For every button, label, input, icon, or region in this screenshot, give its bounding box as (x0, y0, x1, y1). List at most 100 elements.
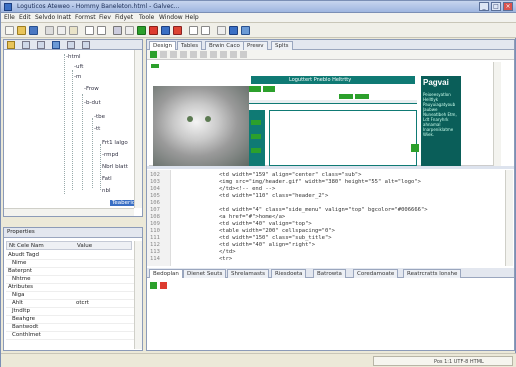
view-icon[interactable] (201, 26, 210, 35)
tab-bottom[interactable]: Riesdoeta (271, 269, 307, 278)
tree-icon[interactable] (22, 41, 30, 49)
tree-node[interactable]: Fatl (102, 176, 112, 182)
tab-design[interactable]: Design (149, 41, 176, 50)
tree-node[interactable]: -tt (94, 126, 100, 132)
menu-file[interactable]: Elle (4, 14, 15, 21)
grid-icon[interactable] (52, 41, 60, 49)
underline-icon[interactable] (170, 51, 177, 58)
property-value[interactable]: otcrt (76, 300, 89, 306)
code-icon[interactable] (82, 41, 90, 49)
tree-node[interactable]: -b-dut (84, 100, 101, 106)
property-row[interactable]: Jtndltp (6, 308, 140, 316)
copy-icon[interactable] (57, 26, 66, 35)
layers-icon[interactable] (37, 41, 45, 49)
tree-node[interactable]: -rmpd (102, 152, 119, 158)
help-icon[interactable] (241, 26, 250, 35)
property-row[interactable]: Bantwodt (6, 324, 140, 332)
tree-node[interactable]: -m (74, 74, 81, 80)
tab-bottom[interactable]: Dienet Seuts (183, 269, 227, 278)
tool-icon[interactable] (113, 26, 122, 35)
align-right-icon[interactable] (200, 51, 207, 58)
format-icon[interactable] (189, 26, 198, 35)
redo-icon[interactable] (97, 26, 106, 35)
side-menu-item[interactable] (251, 120, 261, 125)
italic-icon[interactable] (160, 51, 167, 58)
align-center-icon[interactable] (190, 51, 197, 58)
menu-view[interactable]: Fiev (99, 14, 111, 21)
maximize-button[interactable]: □ (491, 2, 501, 11)
tree-node[interactable]: -tbe (94, 114, 105, 120)
design-scrollbar[interactable] (493, 62, 501, 166)
menu-insert[interactable]: Inatt (57, 14, 71, 21)
outline-scrollbar[interactable] (134, 50, 142, 208)
code-view[interactable]: 102 103 104 105 106 107 108 109 110 111 … (147, 170, 514, 266)
tree-node[interactable]: -uft (74, 64, 83, 70)
nav-button[interactable] (339, 94, 353, 99)
open-folder-icon[interactable] (17, 26, 26, 35)
tab-bottom[interactable]: Bedoplan (149, 269, 183, 278)
stop-icon[interactable] (149, 26, 158, 35)
content-button[interactable] (411, 144, 419, 152)
side-menu-item[interactable] (251, 148, 261, 153)
list-icon[interactable] (210, 51, 217, 58)
property-row[interactable]: Niga (6, 292, 140, 300)
split-divider[interactable] (147, 166, 514, 169)
nav-button[interactable] (355, 94, 369, 99)
menu-edit[interactable]: Edit (19, 14, 31, 21)
tab-preview[interactable]: Prewv (243, 41, 268, 50)
image-icon[interactable] (125, 26, 134, 35)
cut-icon[interactable] (45, 26, 54, 35)
property-row[interactable]: Atributes (6, 284, 140, 292)
run-icon[interactable] (150, 282, 157, 289)
search-icon[interactable] (229, 26, 238, 35)
page-header[interactable]: Loguttert Pneblo Heltrtty (251, 76, 415, 84)
save-icon[interactable] (29, 26, 38, 35)
undo-icon[interactable] (85, 26, 94, 35)
paste-icon[interactable] (69, 26, 78, 35)
property-row[interactable]: Nhtme (6, 276, 140, 284)
tab-bottom[interactable]: Shrelamasts (227, 269, 270, 278)
property-row[interactable]: Conthlmet (6, 332, 140, 340)
menu-tools[interactable]: Toole (139, 14, 154, 21)
bold-icon[interactable] (150, 51, 157, 58)
tree-node[interactable]: Frt1 lalgo (102, 140, 128, 146)
properties-scrollbar[interactable] (134, 241, 142, 349)
menu-select[interactable]: Selvdo (35, 14, 55, 21)
new-file-icon[interactable] (5, 26, 14, 35)
align-left-icon[interactable] (180, 51, 187, 58)
bug-icon[interactable] (173, 26, 182, 35)
menu-format[interactable]: Formst (75, 14, 96, 21)
refresh-icon[interactable] (161, 26, 170, 35)
tab-bottom[interactable]: Coredamoate (353, 269, 399, 278)
minimize-button[interactable]: _ (479, 2, 489, 11)
image-insert-icon[interactable] (230, 51, 237, 58)
property-row[interactable]: Beahgre (6, 316, 140, 324)
play-icon[interactable] (137, 26, 146, 35)
settings-icon[interactable] (217, 26, 226, 35)
menu-help[interactable]: Help (185, 14, 199, 21)
property-row[interactable]: Abudt Tagd (6, 252, 140, 260)
menu-project[interactable]: Fidyet (115, 14, 133, 21)
folder-icon[interactable] (7, 41, 15, 49)
list-icon[interactable] (67, 41, 75, 49)
tree-node[interactable]: -html (66, 54, 81, 60)
tab-bottom[interactable]: Batrowta (313, 269, 346, 278)
menu-window[interactable]: Window (159, 14, 183, 21)
close-button[interactable]: × (503, 2, 513, 11)
link-icon[interactable] (220, 51, 227, 58)
property-row[interactable]: Baterpnt (6, 268, 140, 276)
property-row[interactable]: Ahlt otcrt (6, 300, 140, 308)
tab-split[interactable]: Splts (271, 41, 293, 50)
nav-button[interactable] (263, 86, 275, 92)
side-menu-item[interactable] (251, 134, 261, 139)
code-scrollbar[interactable] (505, 170, 513, 266)
nav-button[interactable] (249, 86, 261, 92)
tab-tables[interactable]: Tables (177, 41, 203, 50)
table-icon[interactable] (240, 51, 247, 58)
tree-node[interactable]: Nbrl blatt (102, 164, 128, 170)
tab-browser[interactable]: Brwin Caco (205, 41, 244, 50)
property-row[interactable]: Nime (6, 260, 140, 268)
tab-bottom[interactable]: Reatrcratts lonshe (403, 269, 462, 278)
tree-node[interactable]: nbl (102, 188, 111, 194)
outline-hscrollbar[interactable] (4, 208, 134, 216)
